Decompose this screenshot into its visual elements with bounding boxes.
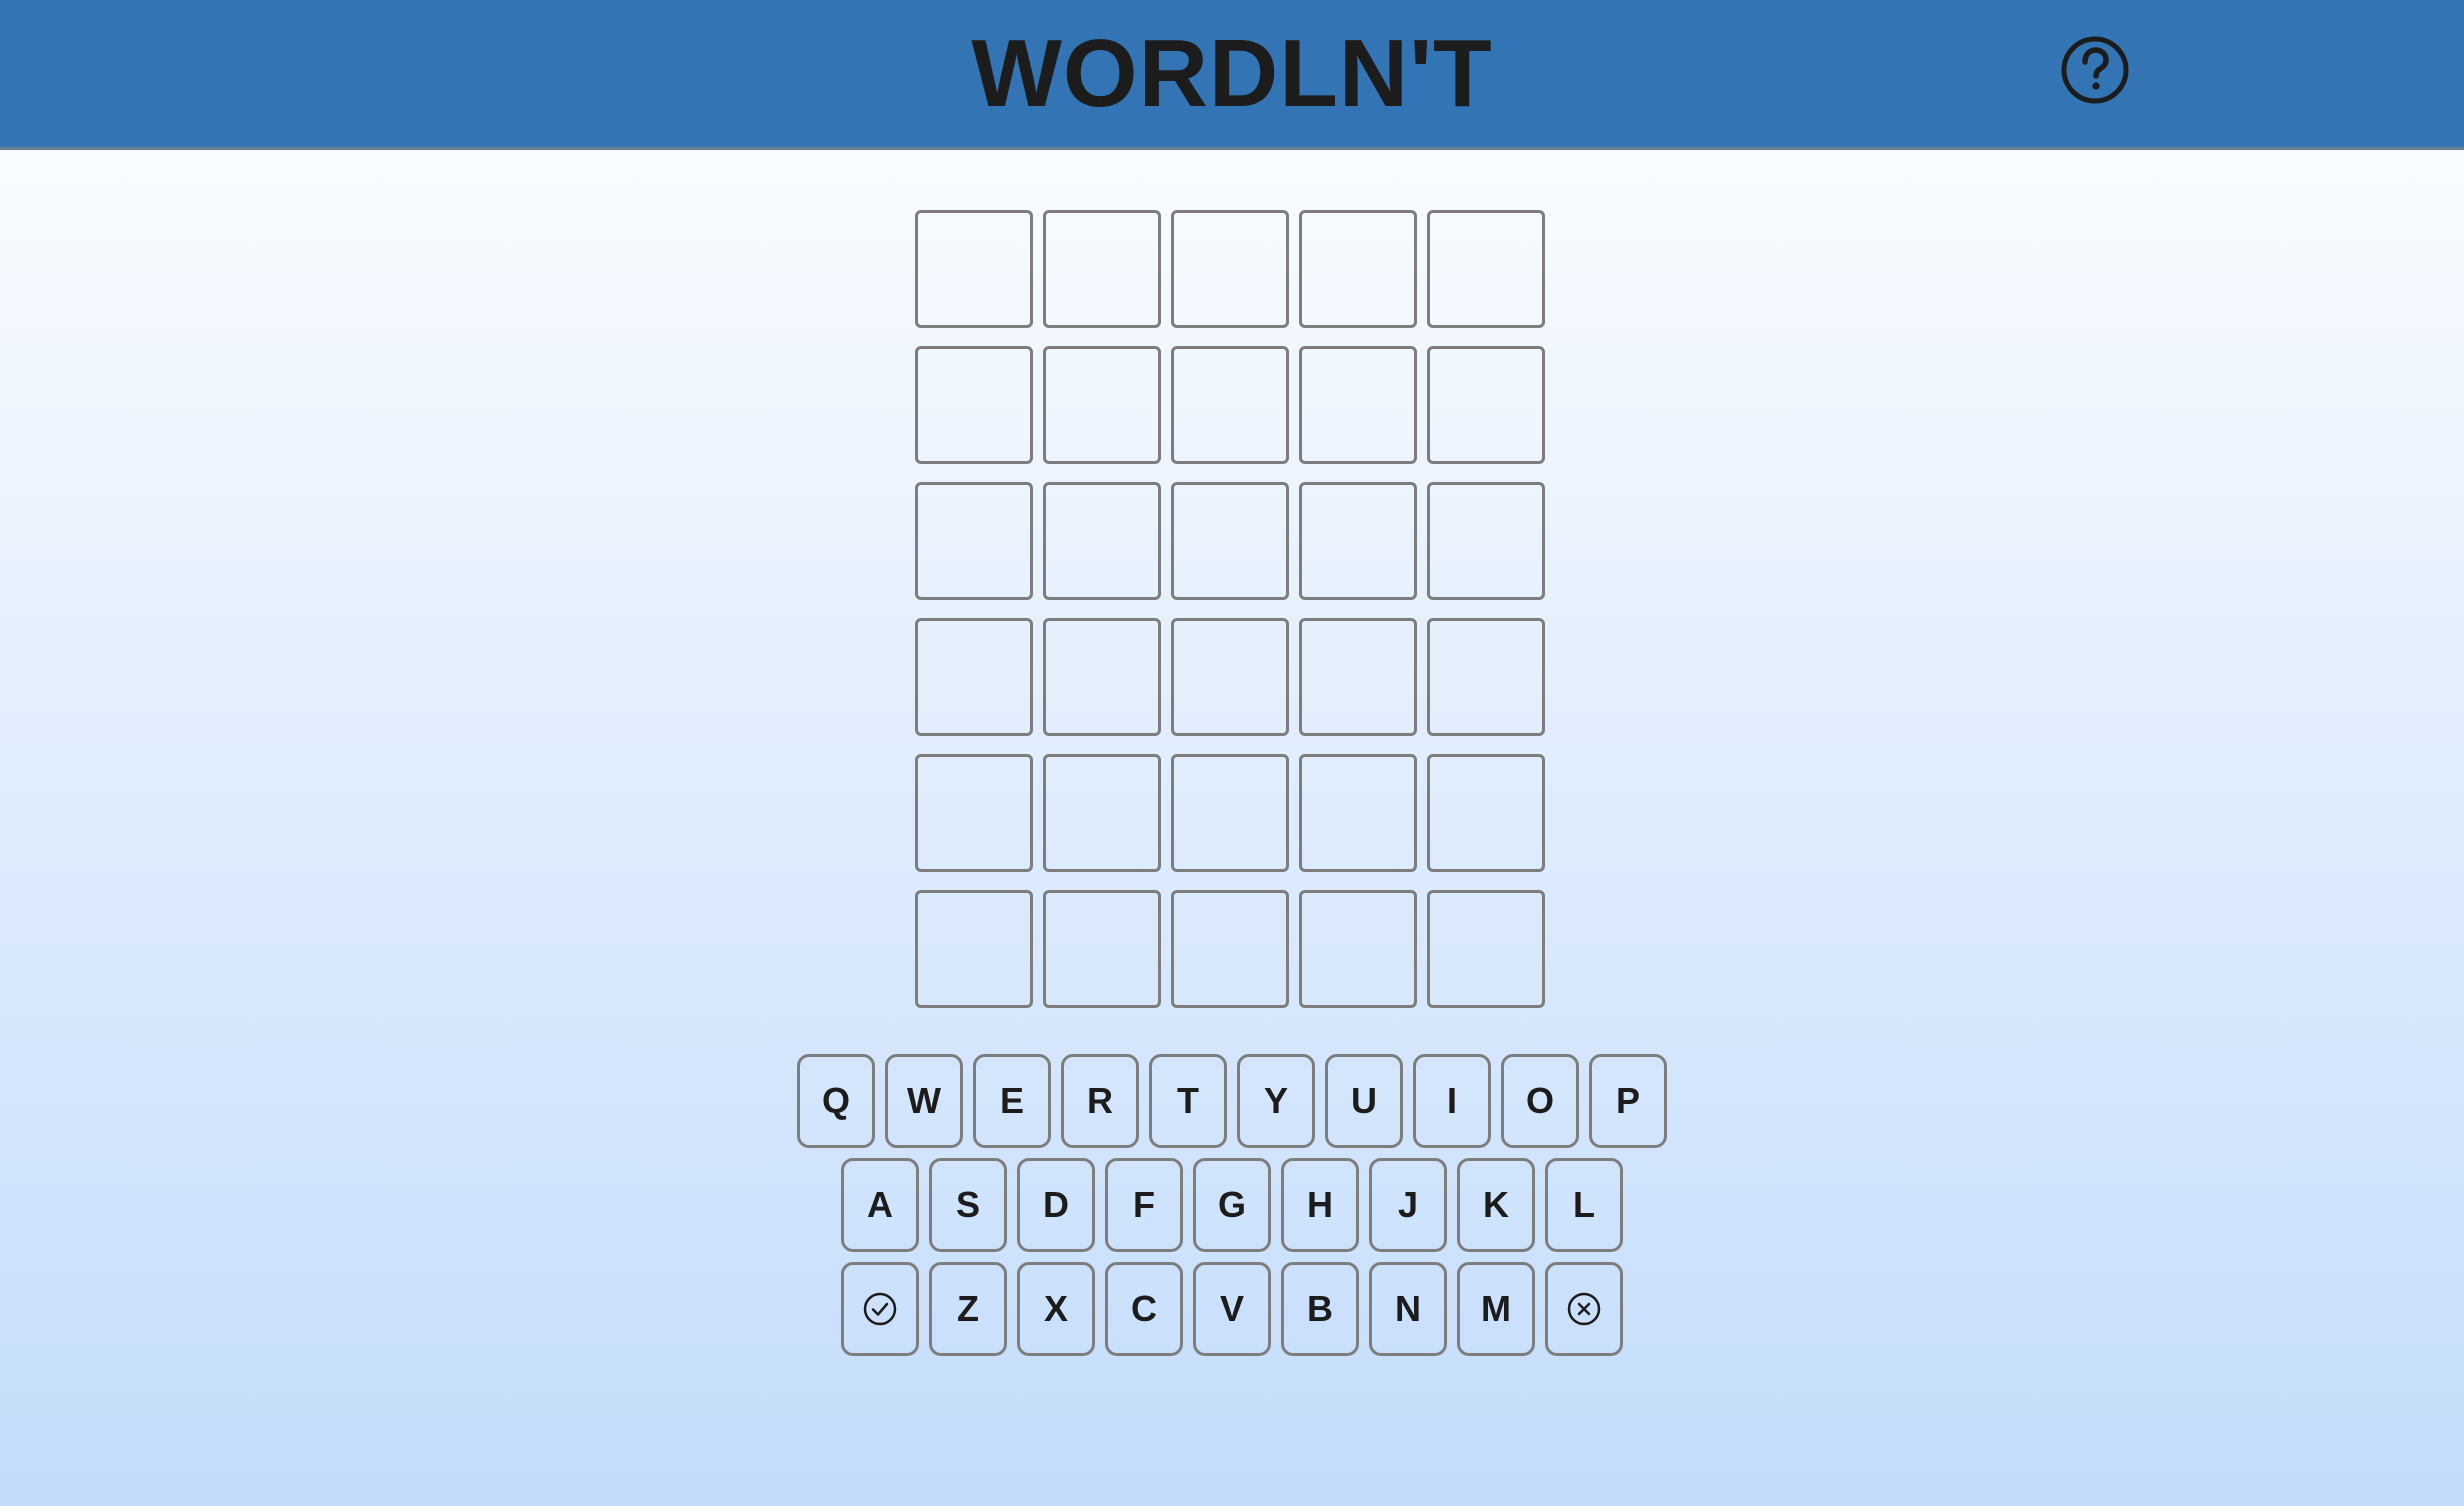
key-p[interactable]: P	[1589, 1054, 1667, 1148]
key-r[interactable]: R	[1061, 1054, 1139, 1148]
key-g[interactable]: G	[1193, 1158, 1271, 1252]
tile	[1043, 482, 1161, 600]
key-h[interactable]: H	[1281, 1158, 1359, 1252]
tile	[1427, 754, 1545, 872]
tile	[1043, 618, 1161, 736]
key-u[interactable]: U	[1325, 1054, 1403, 1148]
tile	[1043, 210, 1161, 328]
x-circle-icon	[1567, 1292, 1601, 1326]
tile	[915, 754, 1033, 872]
check-circle-icon	[863, 1292, 897, 1326]
question-circle-icon	[2061, 36, 2129, 104]
tile	[915, 890, 1033, 1008]
key-j[interactable]: J	[1369, 1158, 1447, 1252]
key-m[interactable]: M	[1457, 1262, 1535, 1356]
tile	[1427, 482, 1545, 600]
key-k[interactable]: K	[1457, 1158, 1535, 1252]
delete-key[interactable]	[1545, 1262, 1623, 1356]
key-n[interactable]: N	[1369, 1262, 1447, 1356]
key-d[interactable]: D	[1017, 1158, 1095, 1252]
tile	[1171, 618, 1289, 736]
board-row-3	[915, 482, 1549, 602]
key-s[interactable]: S	[929, 1158, 1007, 1252]
key-v[interactable]: V	[1193, 1262, 1271, 1356]
tile	[1171, 890, 1289, 1008]
tile	[915, 210, 1033, 328]
tile	[1171, 346, 1289, 464]
tile	[915, 346, 1033, 464]
key-y[interactable]: Y	[1237, 1054, 1315, 1148]
enter-key[interactable]	[841, 1262, 919, 1356]
key-t[interactable]: T	[1149, 1054, 1227, 1148]
help-button[interactable]	[2060, 35, 2130, 105]
on-screen-keyboard: Q W E R T Y U I O P A S D F G H J K L Z …	[0, 1054, 2464, 1366]
board-row-6	[915, 890, 1549, 1010]
key-b[interactable]: B	[1281, 1262, 1359, 1356]
tile	[1427, 618, 1545, 736]
tile	[1043, 754, 1161, 872]
tile	[1043, 346, 1161, 464]
keyboard-row-1: Q W E R T Y U I O P	[0, 1054, 2464, 1148]
tile	[1171, 754, 1289, 872]
header-bar: WORDLN'T	[0, 0, 2464, 150]
keyboard-row-3: Z X C V B N M	[0, 1262, 2464, 1356]
key-x[interactable]: X	[1017, 1262, 1095, 1356]
key-q[interactable]: Q	[797, 1054, 875, 1148]
key-a[interactable]: A	[841, 1158, 919, 1252]
game-board	[915, 210, 1549, 1026]
tile	[1043, 890, 1161, 1008]
key-o[interactable]: O	[1501, 1054, 1579, 1148]
key-l[interactable]: L	[1545, 1158, 1623, 1252]
tile	[1299, 346, 1417, 464]
tile	[1299, 890, 1417, 1008]
key-z[interactable]: Z	[929, 1262, 1007, 1356]
key-c[interactable]: C	[1105, 1262, 1183, 1356]
tile	[1427, 210, 1545, 328]
board-row-1	[915, 210, 1549, 330]
tile	[1299, 618, 1417, 736]
key-f[interactable]: F	[1105, 1158, 1183, 1252]
tile	[1299, 482, 1417, 600]
key-w[interactable]: W	[885, 1054, 963, 1148]
key-e[interactable]: E	[973, 1054, 1051, 1148]
tile	[1171, 482, 1289, 600]
tile	[1299, 210, 1417, 328]
board-row-2	[915, 346, 1549, 466]
tile	[915, 618, 1033, 736]
board-row-5	[915, 754, 1549, 874]
key-i[interactable]: I	[1413, 1054, 1491, 1148]
tile	[1171, 210, 1289, 328]
tile	[915, 482, 1033, 600]
tile	[1427, 890, 1545, 1008]
board-row-4	[915, 618, 1549, 738]
tile	[1427, 346, 1545, 464]
keyboard-row-2: A S D F G H J K L	[0, 1158, 2464, 1252]
tile	[1299, 754, 1417, 872]
